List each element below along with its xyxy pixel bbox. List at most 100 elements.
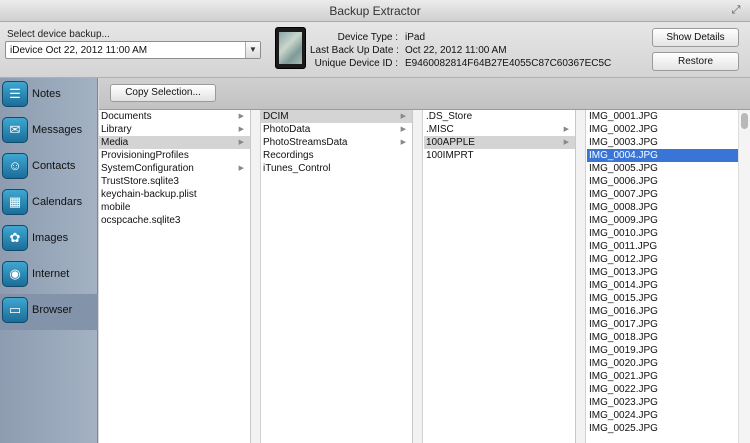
list-item[interactable]: IMG_0006.JPG [587, 175, 750, 188]
list-item[interactable]: Documents ▶ [99, 110, 250, 123]
list-item[interactable]: TrustStore.sqlite3 [99, 175, 250, 188]
sidebar-item-browser[interactable]: ▭ Browser [0, 294, 98, 330]
main-toolbar: Copy Selection... [99, 78, 750, 110]
list-item[interactable]: IMG_0022.JPG [587, 383, 750, 396]
list-item-label: IMG_0023.JPG [589, 397, 658, 408]
show-details-button[interactable]: Show Details [652, 28, 739, 47]
restore-button[interactable]: Restore [652, 52, 739, 71]
sidebar-item-label: Contacts [32, 160, 76, 172]
list-item[interactable]: IMG_0025.JPG [587, 422, 750, 435]
list-item[interactable]: PhotoStreamsData ▶ [261, 136, 412, 149]
list-item-label: Media [101, 137, 129, 148]
list-item-label: 100APPLE [426, 137, 475, 148]
list-item[interactable]: PhotoData ▶ [261, 123, 412, 136]
list-item[interactable]: IMG_0014.JPG [587, 279, 750, 292]
sidebar-item-messages[interactable]: ✉ Messages [0, 114, 98, 150]
list-item-label: IMG_0013.JPG [589, 267, 658, 278]
list-item[interactable]: IMG_0019.JPG [587, 344, 750, 357]
column-separator[interactable] [251, 110, 261, 443]
title-bar: Backup Extractor ⤢ [0, 0, 750, 22]
list-item[interactable]: .MISC ▶ [424, 123, 575, 136]
list-item[interactable]: IMG_0009.JPG [587, 214, 750, 227]
list-item[interactable]: IMG_0016.JPG [587, 305, 750, 318]
list-item[interactable]: IMG_0024.JPG [587, 409, 750, 422]
vertical-scrollbar[interactable] [738, 110, 750, 443]
browser-column-1[interactable]: Documents ▶ Library ▶ Media ▶ ProvisioningProf… [99, 110, 251, 443]
browser-column-2[interactable]: DCIM ▶ PhotoData ▶ PhotoStreamsData ▶ Recordin… [261, 110, 413, 443]
backup-select[interactable]: iDevice Oct 22, 2012 11:00 AM ▼ [5, 41, 261, 59]
list-item-label: Recordings [263, 150, 314, 161]
list-item-label: IMG_0025.JPG [589, 423, 658, 434]
browser-column-3[interactable]: .DS_Store .MISC ▶ 100APPLE ▶ 100IMPRT [424, 110, 576, 443]
device-type-label: Device Type : [337, 32, 398, 43]
sidebar-item-calendars[interactable]: ▦ Calendars [0, 186, 98, 222]
list-item[interactable]: IMG_0013.JPG [587, 266, 750, 279]
list-item-label: IMG_0022.JPG [589, 384, 658, 395]
sidebar-item-label: Internet [32, 268, 70, 280]
list-item[interactable]: IMG_0020.JPG [587, 357, 750, 370]
list-item[interactable]: IMG_0001.JPG [587, 110, 750, 123]
list-item[interactable]: .DS_Store [424, 110, 575, 123]
list-item[interactable]: mobile [99, 201, 250, 214]
browser-icon: ▭ [2, 297, 28, 323]
column-separator[interactable] [413, 110, 423, 443]
list-item[interactable]: DCIM ▶ [261, 110, 412, 123]
browser-column-4[interactable]: IMG_0001.JPG IMG_0002.JPG IMG_0003.JPG IMG_… [587, 110, 750, 443]
list-item[interactable]: IMG_0003.JPG [587, 136, 750, 149]
ipad-device-icon [275, 27, 306, 69]
list-item[interactable]: IMG_0012.JPG [587, 253, 750, 266]
images-icon: ✿ [2, 225, 28, 251]
list-item[interactable]: 100APPLE ▶ [424, 136, 575, 149]
scrollbar-thumb[interactable] [741, 113, 748, 129]
list-item[interactable]: IMG_0005.JPG [587, 162, 750, 175]
fullscreen-icon[interactable]: ⤢ [730, 4, 742, 16]
chevron-right-icon: ▶ [238, 165, 244, 172]
list-item[interactable]: SystemConfiguration ▶ [99, 162, 250, 175]
device-info-values: iPad Oct 22, 2012 11:00 AM E9460082814F6… [405, 31, 611, 70]
list-item[interactable]: iTunes_Control [261, 162, 412, 175]
contacts-icon: ☺ [2, 153, 28, 179]
list-item[interactable]: Recordings [261, 149, 412, 162]
list-item[interactable]: IMG_0008.JPG [587, 201, 750, 214]
list-item[interactable]: ProvisioningProfiles [99, 149, 250, 162]
list-item[interactable]: IMG_0010.JPG [587, 227, 750, 240]
sidebar-item-internet[interactable]: ◉ Internet [0, 258, 98, 294]
chevron-right-icon: ▶ [563, 126, 569, 133]
udid-value: E9460082814F64B27E4055C87C60367EC5C [405, 58, 612, 69]
list-item[interactable]: 100IMPRT [424, 149, 575, 162]
list-item-label: IMG_0019.JPG [589, 345, 658, 356]
list-item[interactable]: IMG_0023.JPG [587, 396, 750, 409]
copy-selection-button[interactable]: Copy Selection... [110, 84, 216, 102]
list-item-label: IMG_0018.JPG [589, 332, 658, 343]
list-item[interactable]: IMG_0015.JPG [587, 292, 750, 305]
list-item[interactable]: ocspcache.sqlite3 [99, 214, 250, 227]
list-item[interactable]: IMG_0018.JPG [587, 331, 750, 344]
list-item[interactable]: IMG_0002.JPG [587, 123, 750, 136]
list-item-label: IMG_0011.JPG [589, 241, 658, 252]
chevron-right-icon: ▶ [238, 139, 244, 146]
list-item-label: IMG_0003.JPG [589, 137, 658, 148]
sidebar-item-label: Images [32, 232, 69, 244]
list-item[interactable]: Library ▶ [99, 123, 250, 136]
list-item[interactable]: Media ▶ [99, 136, 250, 149]
list-item-label: IMG_0024.JPG [589, 410, 658, 421]
sidebar-item-notes[interactable]: ☰ Notes [0, 78, 98, 114]
list-item[interactable]: IMG_0011.JPG [587, 240, 750, 253]
sidebar-item-contacts[interactable]: ☺ Contacts [0, 150, 98, 186]
dropdown-arrow-icon[interactable]: ▼ [245, 42, 260, 58]
list-item[interactable]: keychain-backup.plist [99, 188, 250, 201]
list-item[interactable]: IMG_0021.JPG [587, 370, 750, 383]
list-item[interactable]: IMG_0017.JPG [587, 318, 750, 331]
sidebar-item-label: Browser [32, 304, 73, 316]
last-backup-label: Last Back Up Date : [310, 45, 399, 56]
list-item[interactable]: IMG_0007.JPG [587, 188, 750, 201]
chevron-right-icon: ▶ [400, 126, 406, 133]
chevron-right-icon: ▶ [238, 126, 244, 133]
column-browser: Documents ▶ Library ▶ Media ▶ ProvisioningProf… [99, 110, 750, 443]
column-separator[interactable] [576, 110, 586, 443]
list-item[interactable]: IMG_0004.JPG [587, 149, 750, 162]
list-item-label: Documents [101, 111, 152, 122]
list-item-label: mobile [101, 202, 131, 213]
list-item-label: PhotoStreamsData [263, 137, 348, 148]
sidebar-item-images[interactable]: ✿ Images [0, 222, 98, 258]
